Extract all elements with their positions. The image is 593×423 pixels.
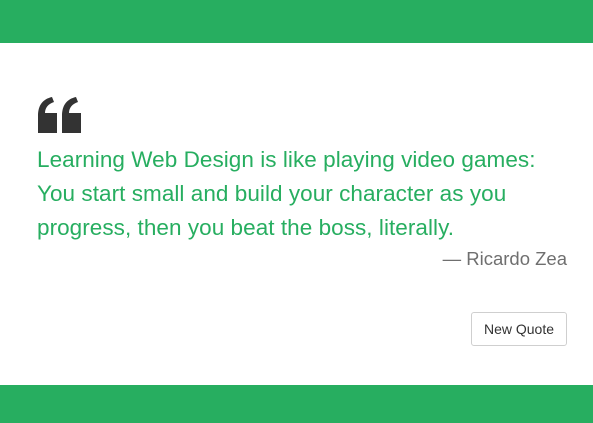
quote-author: — Ricardo Zea <box>442 248 567 269</box>
top-color-bar <box>0 0 593 43</box>
new-quote-button[interactable]: New Quote <box>471 312 567 346</box>
quote-text: Learning Web Design is like playing vide… <box>37 147 536 240</box>
left-quote-icon <box>38 97 81 133</box>
quote-card: Learning Web Design is like playing vide… <box>0 43 593 385</box>
bottom-color-bar <box>0 385 593 423</box>
